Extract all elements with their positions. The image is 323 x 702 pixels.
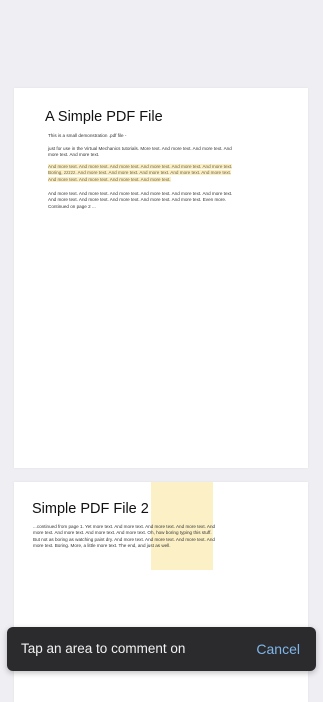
paragraph-4: And more text. And more text. And more t… [48, 191, 233, 209]
highlight-annotation[interactable]: And more text. And more text. And more t… [48, 164, 233, 182]
page-title: A Simple PDF File [45, 109, 163, 125]
highlighted-paragraph[interactable]: And more text. And more text. And more t… [48, 164, 236, 183]
pdf-page-1[interactable]: A Simple PDF File This is a small demons… [14, 88, 308, 468]
comment-toast: Tap an area to comment on Cancel [7, 627, 316, 671]
paragraph-1: This is a small demonstration .pdf file … [48, 133, 127, 138]
toast-message: Tap an area to comment on [21, 641, 186, 656]
paragraph-1: ...continued from page 1. Yet more text.… [33, 524, 216, 549]
cancel-button[interactable]: Cancel [256, 639, 300, 659]
page-title: Simple PDF File 2 [32, 501, 149, 517]
paragraph-2: just for use in the Virtual Mechanics tu… [48, 146, 232, 158]
pdf-viewer[interactable]: A Simple PDF File This is a small demons… [0, 0, 323, 702]
